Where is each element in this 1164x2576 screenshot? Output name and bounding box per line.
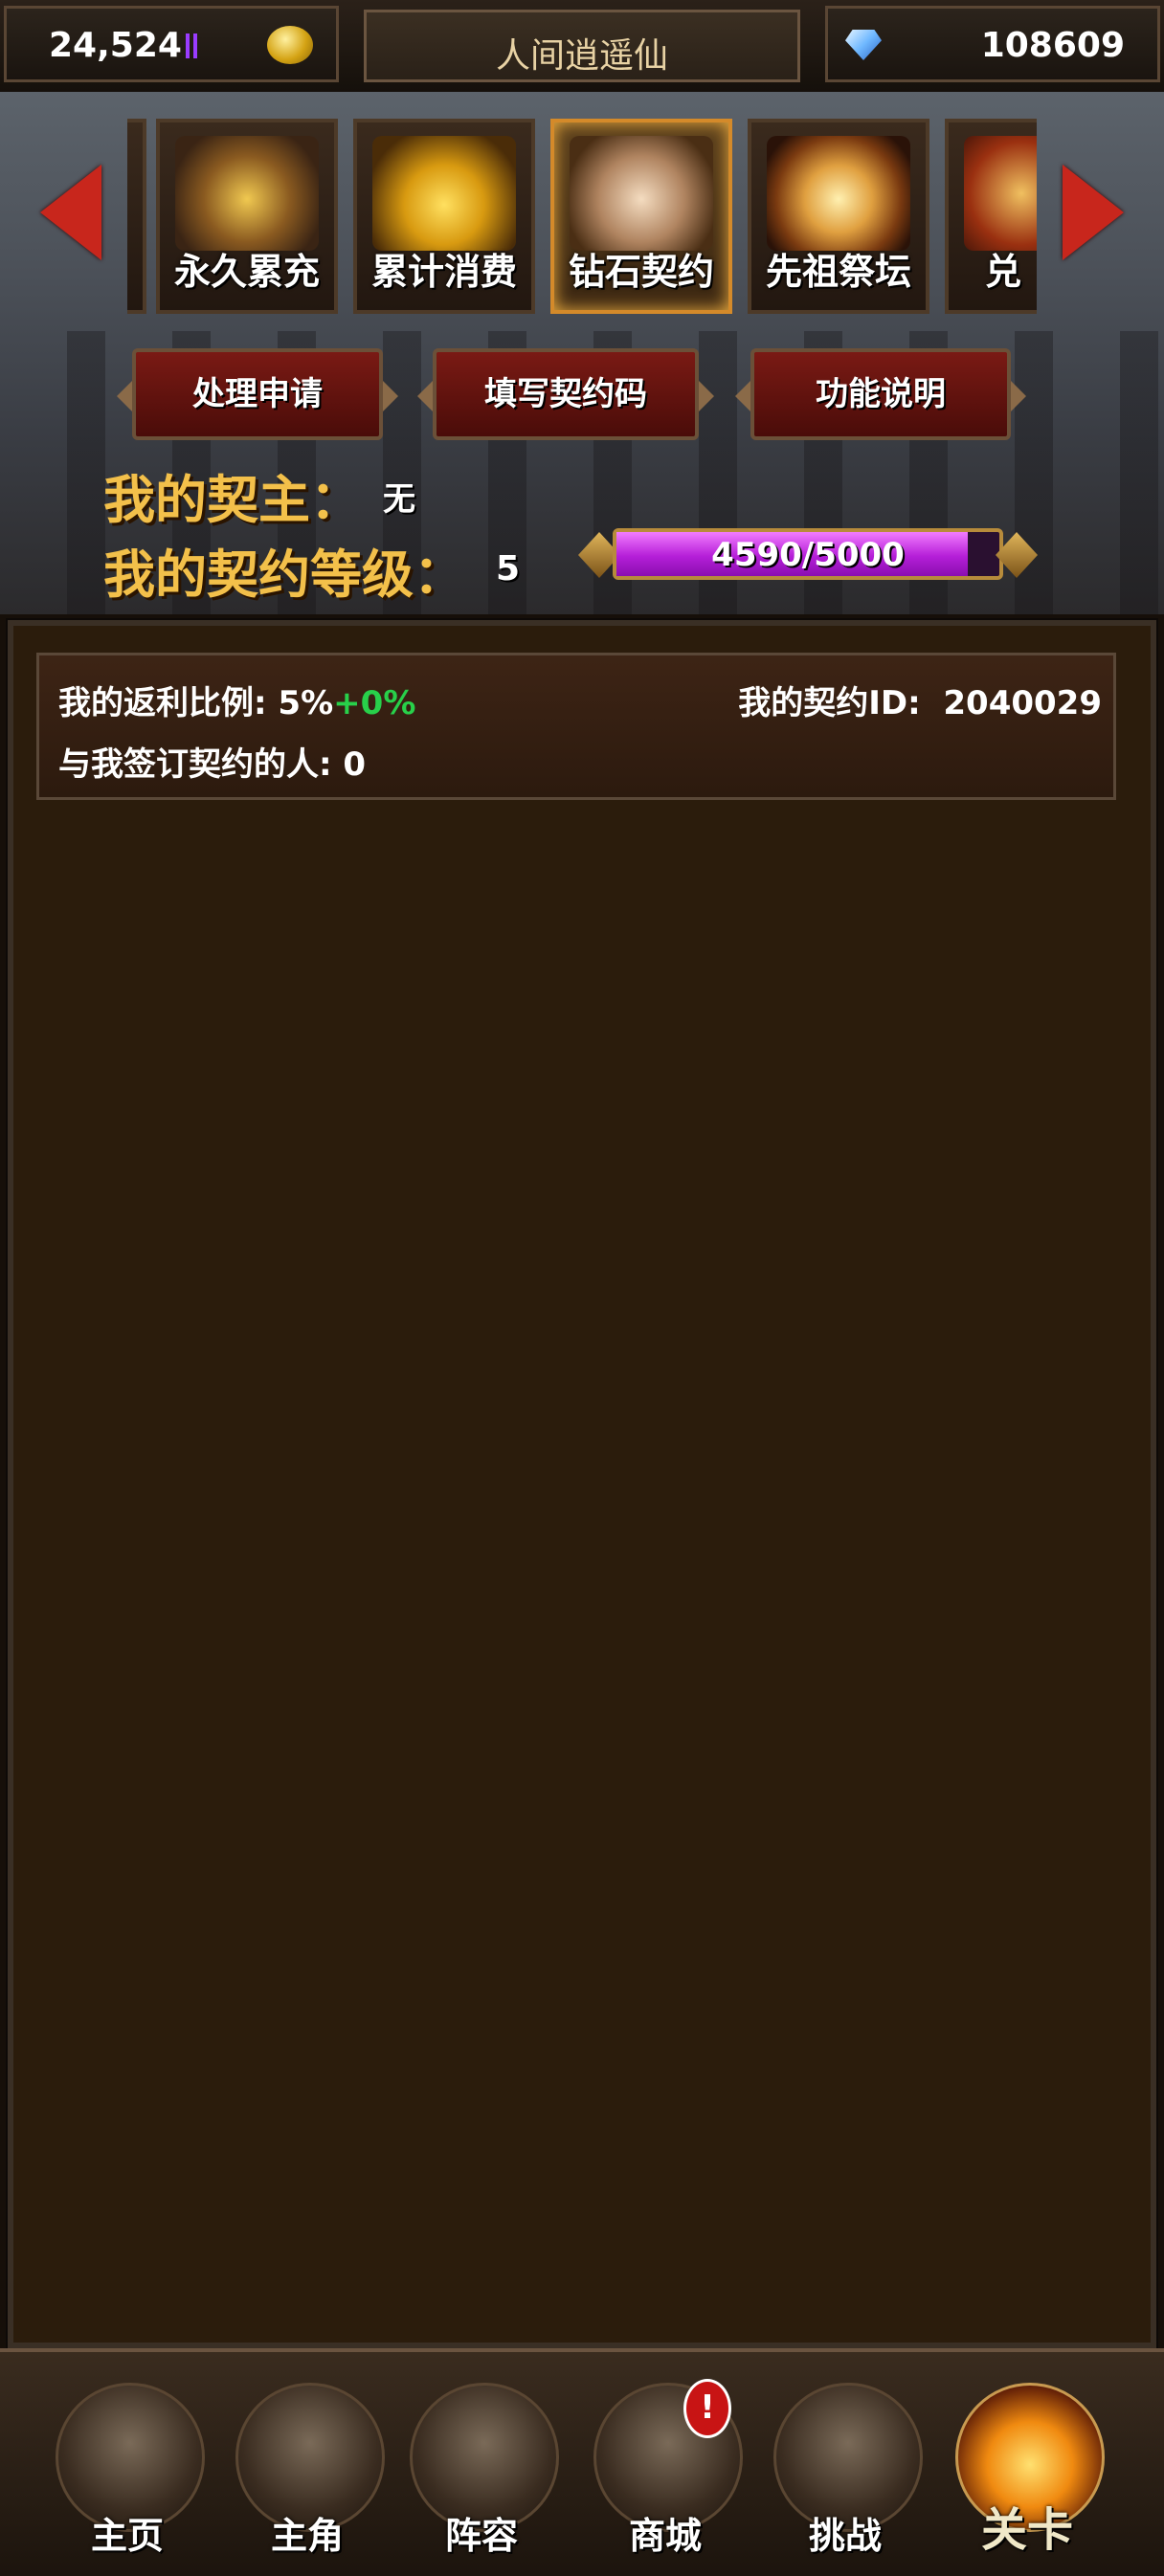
tab-label: 兑 — [985, 251, 1022, 293]
tab-diamond-contract[interactable]: 钻石契约 — [550, 119, 732, 314]
gem-counter[interactable]: 108609 — [825, 6, 1160, 82]
contract-book-icon — [570, 136, 713, 251]
rebate-bonus: +0% — [333, 684, 416, 722]
rebate-ratio: 我的返利比例: 5%+0% — [58, 677, 415, 723]
gold-amount: 24,524 — [49, 26, 190, 65]
rebate-ratio-text: 我的返利比例: 5% — [58, 684, 334, 722]
tab-exchange[interactable]: 兑 — [945, 119, 1037, 314]
nav-shop[interactable]: ! 商城 — [576, 2377, 754, 2565]
gold-bars-icon — [185, 33, 190, 58]
contract-main-panel — [6, 618, 1158, 2350]
gold-coin-icon — [267, 26, 313, 64]
contract-id-label: 我的契约ID: — [738, 684, 921, 722]
tab-partial-left[interactable] — [127, 119, 146, 314]
tab-label: 先祖祭坛 — [765, 251, 911, 293]
nav-label: 主角 — [270, 2515, 344, 2557]
event-header: 永久累充 累计消费 钻石契约 先祖祭坛 兑 处理申请 填写契约码 功能说明 我的… — [0, 92, 1164, 614]
scroll-left-arrow-icon[interactable] — [40, 165, 101, 260]
treasure-chest-icon — [175, 136, 319, 251]
feature-help-button[interactable]: 功能说明 — [735, 348, 1026, 440]
nav-stages[interactable]: 关卡 — [938, 2377, 1116, 2565]
tab-ancestor-altar[interactable]: 先祖祭坛 — [748, 119, 929, 314]
nav-hero[interactable]: 主角 — [218, 2377, 396, 2565]
tab-permanent-recharge[interactable]: 永久累充 — [156, 119, 338, 314]
tab-label: 累计消费 — [370, 251, 517, 293]
contract-owner-value: 无 — [383, 480, 415, 519]
contract-owner-label: 我的契主： — [103, 470, 362, 530]
player-title: 人间逍遥仙 — [495, 36, 668, 76]
gold-counter[interactable]: 24,524 — [4, 6, 339, 82]
progress-text: 4590/5000 — [711, 536, 905, 574]
exchange-icon — [964, 136, 1037, 251]
contract-info-card: 我的返利比例: 5%+0% 我的契约ID: 2040029 与我签订契约的人: … — [36, 653, 1116, 800]
bottom-nav: 主页 主角 阵容 ! 商城 挑战 关卡 — [0, 2348, 1164, 2576]
progress-frame: 4590/5000 — [613, 528, 1003, 580]
resource-bar: 24,524 人间逍遥仙 108609 — [0, 0, 1164, 95]
tab-cumulative-spend[interactable]: 累计消费 — [353, 119, 535, 314]
contract-progress-bar: 4590/5000 — [578, 522, 1038, 588]
nav-label: 主页 — [90, 2515, 164, 2557]
tab-label: 钻石契约 — [568, 251, 714, 293]
event-tab-strip[interactable]: 永久累充 累计消费 钻石契约 先祖祭坛 兑 — [127, 119, 1037, 314]
nav-challenge[interactable]: 挑战 — [756, 2377, 934, 2565]
gem-amount: 108609 — [980, 26, 1125, 65]
contract-level-label: 我的契约等级： — [103, 544, 465, 605]
player-title-box: 人间逍遥仙 — [364, 10, 800, 82]
nav-home[interactable]: 主页 — [38, 2377, 216, 2565]
contract-id-value: 2040029 — [943, 684, 1102, 722]
nav-lineup[interactable]: 阵容 — [392, 2377, 571, 2565]
contract-level-value: 5 — [496, 549, 521, 588]
process-requests-button[interactable]: 处理申请 — [117, 348, 398, 440]
nav-label: 关卡 — [980, 2503, 1073, 2557]
gold-coins-icon — [372, 136, 516, 251]
contract-id: 我的契约ID: 2040029 — [738, 677, 1102, 723]
altar-icon — [767, 136, 910, 251]
scroll-right-arrow-icon[interactable] — [1063, 165, 1124, 260]
diamond-icon — [845, 30, 882, 60]
nav-label: 商城 — [628, 2515, 702, 2557]
signed-count: 与我签订契约的人: 0 — [58, 745, 367, 784]
enter-contract-code-button[interactable]: 填写契约码 — [417, 348, 714, 440]
nav-label: 阵容 — [444, 2515, 518, 2557]
nav-label: 挑战 — [808, 2515, 882, 2557]
alert-badge-icon: ! — [683, 2379, 731, 2438]
tab-label: 永久累充 — [173, 251, 320, 293]
